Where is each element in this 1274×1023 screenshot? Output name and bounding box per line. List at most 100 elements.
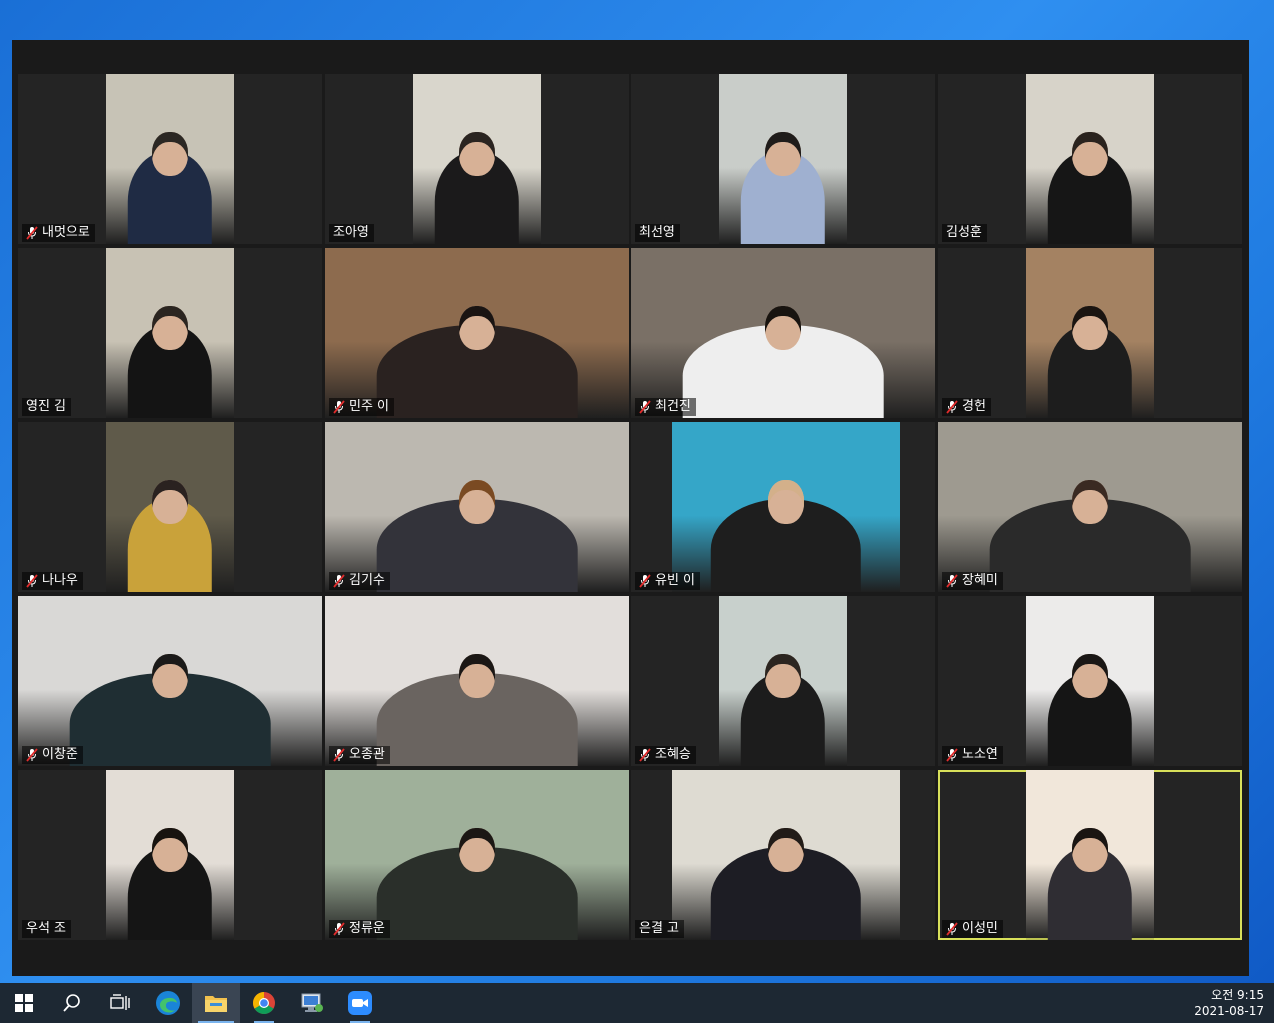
participant-name-label: 조아영 xyxy=(329,224,374,242)
participant-name-label: 영진 김 xyxy=(22,398,72,416)
participant-name-label: 이창준 xyxy=(22,746,83,764)
participant-head xyxy=(768,479,804,524)
participant-video xyxy=(106,770,234,940)
participant-video-tile[interactable]: 영진 김 xyxy=(18,248,322,418)
participant-head xyxy=(765,131,801,176)
participant-video-tile[interactable]: 경헌 xyxy=(938,248,1242,418)
participant-name-label: 김기수 xyxy=(329,572,390,590)
participant-video-tile[interactable]: 김기수 xyxy=(325,422,629,592)
participant-video-tile[interactable]: 오종관 xyxy=(325,596,629,766)
participant-name: 이창준 xyxy=(42,747,78,762)
participant-video xyxy=(631,248,935,418)
participant-video xyxy=(106,422,234,592)
start-button[interactable] xyxy=(0,983,48,1023)
folder-icon xyxy=(205,996,227,1012)
participant-name: 정류운 xyxy=(349,921,385,936)
muted-microphone-icon xyxy=(333,748,345,762)
zoom-icon xyxy=(348,991,372,1015)
participant-video xyxy=(672,770,900,940)
participant-video-tile[interactable]: 이창준 xyxy=(18,596,322,766)
participant-video-tile[interactable]: 최선영 xyxy=(631,74,935,244)
muted-microphone-icon xyxy=(946,574,958,588)
muted-microphone-icon xyxy=(946,922,958,936)
participant-name-label: 조혜승 xyxy=(635,746,696,764)
participant-video xyxy=(325,248,629,418)
participant-head xyxy=(152,827,188,872)
muted-microphone-icon xyxy=(639,574,651,588)
remote-desktop-button[interactable] xyxy=(288,983,336,1023)
chrome-icon xyxy=(253,992,275,1014)
participant-head xyxy=(1072,305,1108,350)
participant-name-label: 최선영 xyxy=(635,224,680,242)
muted-microphone-icon xyxy=(639,400,651,414)
participant-name: 김성훈 xyxy=(946,225,982,240)
zoom-button[interactable] xyxy=(336,983,384,1023)
clock-date: 2021-08-17 xyxy=(1194,1004,1264,1018)
participant-video-tile[interactable]: 최건진 xyxy=(631,248,935,418)
participant-video-tile[interactable]: 정류운 xyxy=(325,770,629,940)
participant-video-tile[interactable]: 유빈 이 xyxy=(631,422,935,592)
participant-head xyxy=(459,653,495,698)
participant-video-tile[interactable]: 내멋으로 xyxy=(18,74,322,244)
muted-microphone-icon xyxy=(26,226,38,240)
participant-name: 우석 조 xyxy=(26,921,67,936)
muted-microphone-icon xyxy=(946,400,958,414)
participant-name: 장혜미 xyxy=(962,573,998,588)
participant-video-tile[interactable]: 장혜미 xyxy=(938,422,1242,592)
participant-video xyxy=(106,74,234,244)
participant-name-label: 내멋으로 xyxy=(22,224,95,242)
participant-name: 은결 고 xyxy=(639,921,680,936)
participant-name: 경헌 xyxy=(962,399,986,414)
participant-name-label: 노소연 xyxy=(942,746,1003,764)
participant-video xyxy=(719,596,847,766)
participant-head xyxy=(768,827,804,872)
system-clock[interactable]: 오전 9:15 2021-08-17 xyxy=(1174,983,1264,1023)
muted-microphone-icon xyxy=(26,574,38,588)
participant-video-tile[interactable]: 우석 조 xyxy=(18,770,322,940)
participant-video-tile[interactable]: 이성민 xyxy=(938,770,1242,940)
participant-name: 이성민 xyxy=(962,921,998,936)
participant-video-tile[interactable]: 노소연 xyxy=(938,596,1242,766)
participant-head xyxy=(765,653,801,698)
participant-head xyxy=(459,305,495,350)
participant-name-label: 우석 조 xyxy=(22,920,72,938)
participant-video xyxy=(672,422,900,592)
participant-head xyxy=(1072,131,1108,176)
participant-video xyxy=(938,422,1242,592)
task-view-button[interactable] xyxy=(96,983,144,1023)
participant-name-label: 최건진 xyxy=(635,398,696,416)
participant-head xyxy=(1072,653,1108,698)
participant-name-label: 민주 이 xyxy=(329,398,395,416)
taskbar: 오전 9:15 2021-08-17 xyxy=(0,983,1274,1023)
participant-name-label: 나나우 xyxy=(22,572,83,590)
participant-video-tile[interactable]: 나나우 xyxy=(18,422,322,592)
participant-name-label: 은결 고 xyxy=(635,920,685,938)
participant-video-tile[interactable]: 조아영 xyxy=(325,74,629,244)
edge-button[interactable] xyxy=(144,983,192,1023)
edge-icon xyxy=(156,991,180,1015)
participant-video xyxy=(1026,74,1154,244)
chrome-button[interactable] xyxy=(240,983,288,1023)
participant-name: 조혜승 xyxy=(655,747,691,762)
participant-name: 최선영 xyxy=(639,225,675,240)
participant-video xyxy=(413,74,541,244)
participant-name: 내멋으로 xyxy=(42,225,90,240)
participant-name: 나나우 xyxy=(42,573,78,588)
participant-video-tile[interactable]: 김성훈 xyxy=(938,74,1242,244)
participant-video-tile[interactable]: 조혜승 xyxy=(631,596,935,766)
participant-name: 조아영 xyxy=(333,225,369,240)
participant-head xyxy=(152,653,188,698)
participant-video-tile[interactable]: 은결 고 xyxy=(631,770,935,940)
participant-head xyxy=(1072,827,1108,872)
participant-video xyxy=(719,74,847,244)
participant-video xyxy=(106,248,234,418)
participant-name-label: 유빈 이 xyxy=(635,572,701,590)
participant-name: 영진 김 xyxy=(26,399,67,414)
participant-video-tile[interactable]: 민주 이 xyxy=(325,248,629,418)
participant-name-label: 이성민 xyxy=(942,920,1003,938)
participant-video xyxy=(18,596,322,766)
clock-time: 오전 9:15 xyxy=(1211,988,1264,1002)
file-explorer-button[interactable] xyxy=(192,983,240,1023)
search-button[interactable] xyxy=(48,983,96,1023)
participant-name: 유빈 이 xyxy=(655,573,696,588)
